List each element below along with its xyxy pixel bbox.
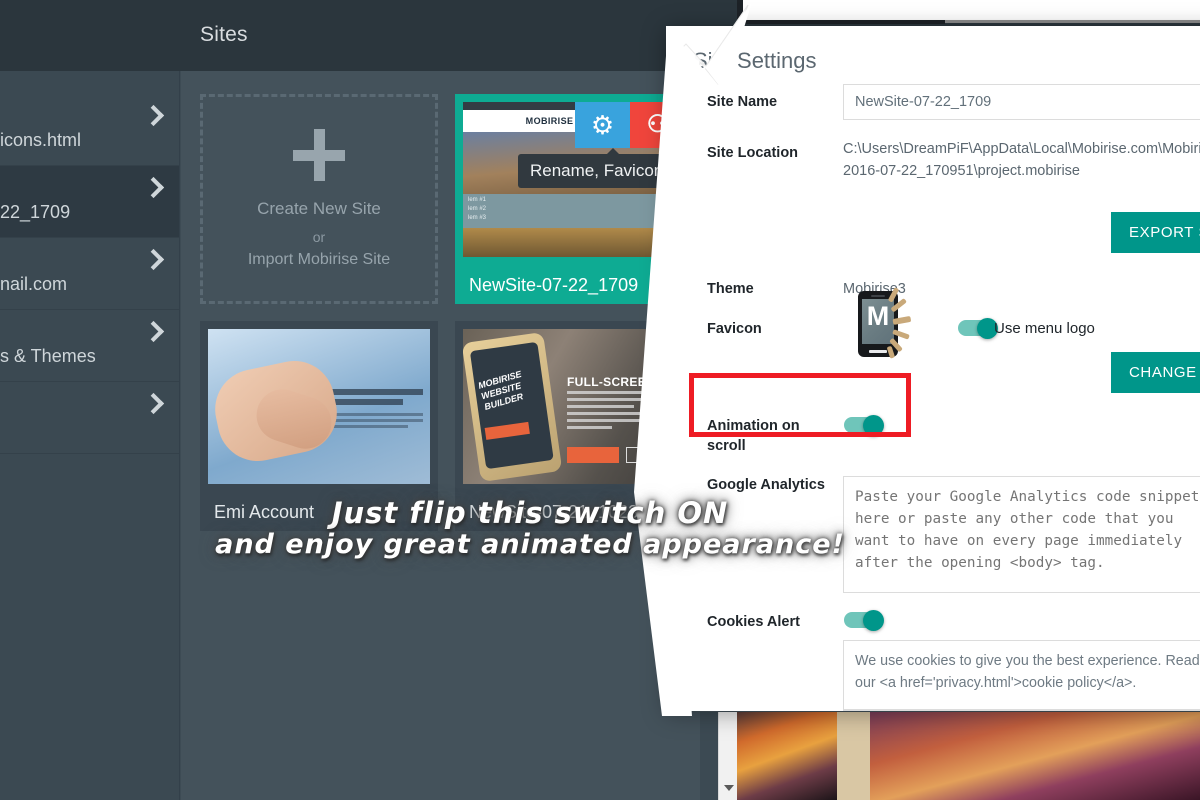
site-thumbnail: MOBIRISE WEBSITE BUILDER FULL-SCREEN HE: [463, 329, 685, 484]
sidebar-item-account-email[interactable]: nail.com: [0, 238, 179, 310]
thumb-item: lem #3: [468, 215, 487, 221]
change-favicon-button[interactable]: CHANGE FAVICON: [1111, 352, 1200, 393]
or-label: or: [312, 229, 326, 245]
create-new-site-card[interactable]: Create New Site or Import Mobirise Site: [200, 94, 438, 304]
site-settings-button[interactable]: ⚙: [575, 102, 630, 148]
annotation-line-1: Just flip this switch ON: [331, 496, 729, 530]
mobile-favicon-icon: M: [858, 287, 930, 359]
chevron-right-icon: [142, 248, 165, 271]
window-chrome-edge: [737, 0, 743, 22]
chevron-right-icon: [142, 320, 165, 343]
thumb-item: lem #1: [468, 197, 487, 203]
thumb-phone-button: [484, 421, 530, 440]
site-location-label: Site Location: [707, 145, 799, 161]
sidebar-item-label: icons.html: [0, 130, 82, 150]
sidebar-item-label: 22_1709: [0, 202, 71, 222]
toggle-knob: [863, 610, 884, 631]
use-menu-logo-label: Use menu logo: [994, 320, 1095, 337]
site-card[interactable]: MOBIRISE GIVES YO lem #1 lem #2 lem #3 N…: [455, 94, 697, 304]
site-name-input[interactable]: [843, 84, 1200, 120]
sidebar-item-extensions-themes[interactable]: s & Themes: [0, 310, 179, 382]
sidebar: icons.html 22_1709 nail.com s & Themes: [0, 71, 180, 800]
site-thumbnail: [208, 329, 430, 484]
cookies-alert-label: Cookies Alert: [707, 614, 800, 630]
window-chrome-dark: [737, 20, 945, 24]
window-chrome-grey: [945, 20, 1200, 23]
site-settings-dialog: Site Settings Site Name Site Location C:…: [666, 26, 1200, 711]
sidebar-item-label: nail.com: [0, 274, 68, 294]
site-card-title: NewSite-07-22_1709: [469, 275, 639, 295]
annotation-line-2: and enjoy great animated appearance!: [215, 529, 845, 560]
chevron-right-icon: [142, 176, 165, 199]
thumb-paragraph: [567, 391, 679, 433]
background-strip: [700, 712, 718, 800]
chevron-right-icon: [142, 104, 165, 127]
favicon-sun-rays-icon: [886, 287, 930, 359]
background-photo: [837, 712, 870, 800]
site-location-value: C:\Users\DreamPiF\AppData\Local\Mobirise…: [843, 141, 1200, 179]
favicon-phone-speaker: [871, 295, 885, 297]
vertical-scrollbar[interactable]: [718, 712, 737, 800]
sidebar-item-label: s & Themes: [0, 346, 96, 366]
theme-label: Theme: [707, 281, 754, 297]
thumb-footer: [463, 228, 685, 257]
sidebar-item-icons-html[interactable]: icons.html: [0, 94, 179, 166]
background-photo: [870, 712, 1200, 800]
thumb-phone-text: MOBIRISE WEBSITE BUILDER: [477, 368, 525, 412]
thumb-phone-screen: MOBIRISE WEBSITE BUILDER: [469, 341, 554, 470]
window-chrome-top: [737, 0, 1200, 20]
thumb-buttons: [567, 447, 674, 463]
chevron-right-icon: [142, 392, 165, 415]
site-name-label: Site Name: [707, 94, 778, 110]
sidebar-item-newsite[interactable]: 22_1709: [0, 166, 179, 238]
annotation-caption: Just flip this switch ON and enjoy great…: [0, 497, 1060, 561]
gear-icon: ⚙: [590, 110, 615, 140]
thumb-button-primary: [567, 447, 619, 463]
background-photo: [737, 712, 837, 800]
sidebar-item-extra[interactable]: [0, 382, 179, 454]
cookies-alert-text[interactable]: We use cookies to give you the best expe…: [843, 640, 1200, 710]
google-analytics-label: Google Analytics: [707, 477, 825, 493]
page-title: Sites: [200, 23, 248, 46]
highlight-rectangle: [689, 373, 911, 437]
create-new-site-label: Create New Site: [257, 199, 381, 218]
thumb-item: lem #2: [468, 206, 487, 212]
favicon-label: Favicon: [707, 321, 762, 337]
dialog-title: Site Settings: [693, 48, 817, 73]
before-body-end-input[interactable]: Paste any code that you want to have on …: [843, 710, 1200, 711]
cookies-alert-toggle[interactable]: [844, 610, 886, 631]
thumb-heading: FULL-SCREEN HE: [567, 375, 676, 389]
thumb-items: lem #1 lem #2 lem #3: [463, 194, 685, 228]
import-site-label: Import Mobirise Site: [247, 251, 391, 268]
favicon-phone-home: [869, 350, 887, 353]
export-site-button[interactable]: EXPORT SITE: [1111, 212, 1200, 253]
chevron-down-icon[interactable]: [724, 785, 734, 791]
plus-icon: [293, 129, 345, 181]
